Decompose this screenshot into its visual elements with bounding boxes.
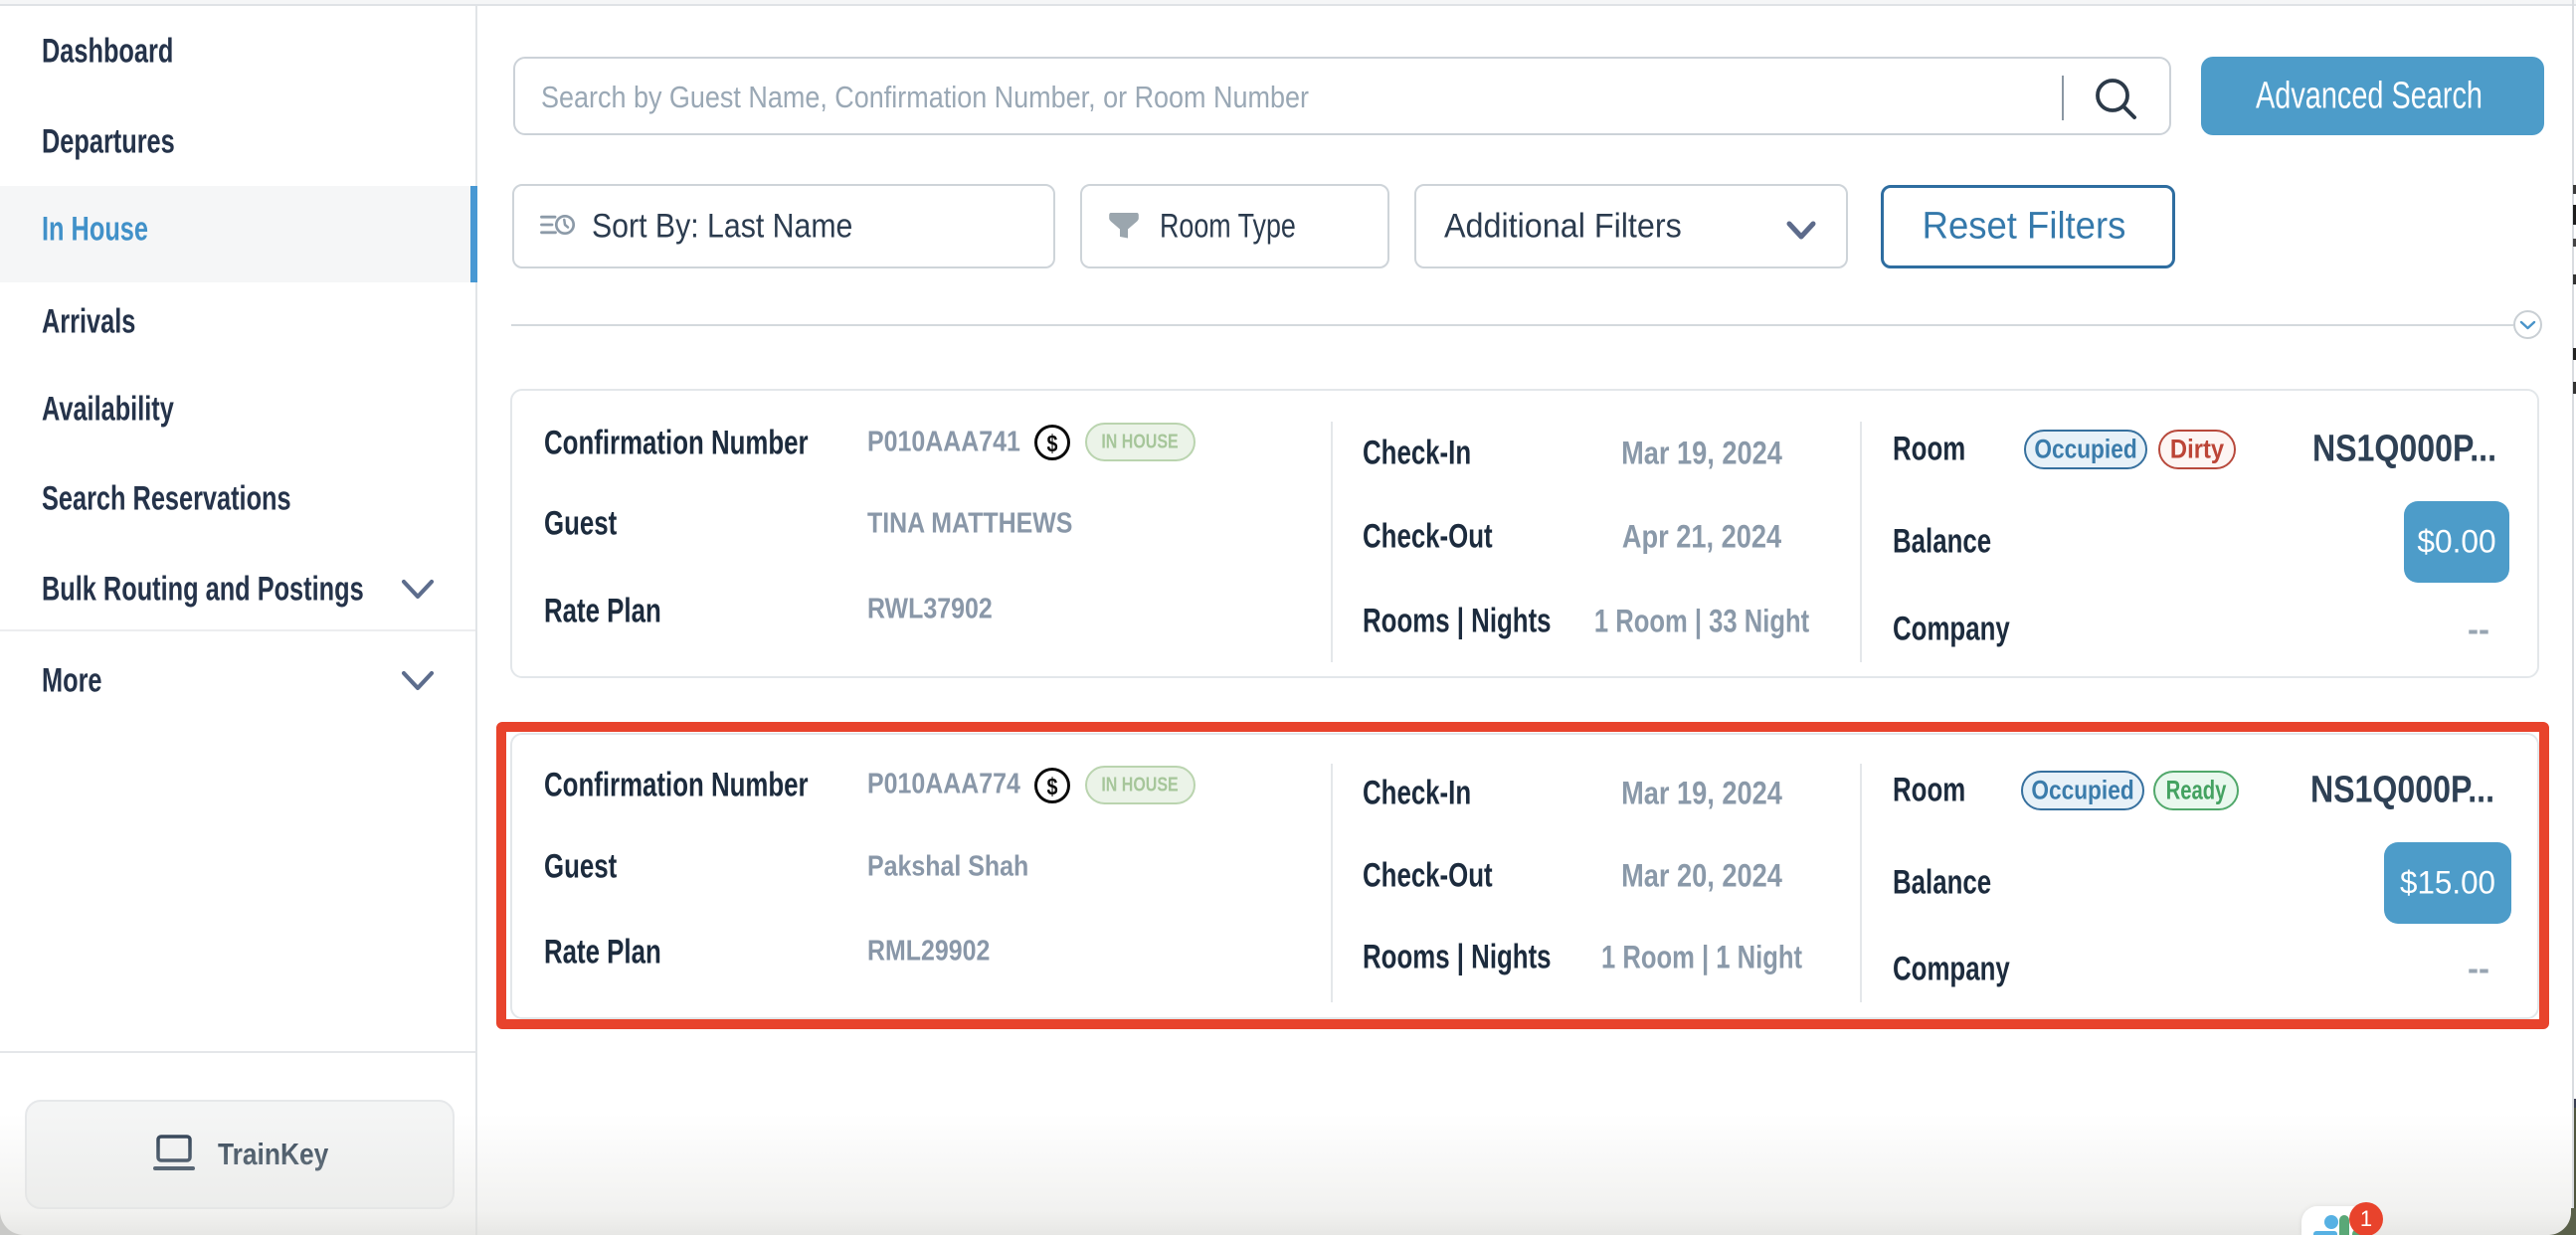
svg-text:$: $ [1047,773,1058,799]
svg-text:$: $ [1047,430,1058,456]
